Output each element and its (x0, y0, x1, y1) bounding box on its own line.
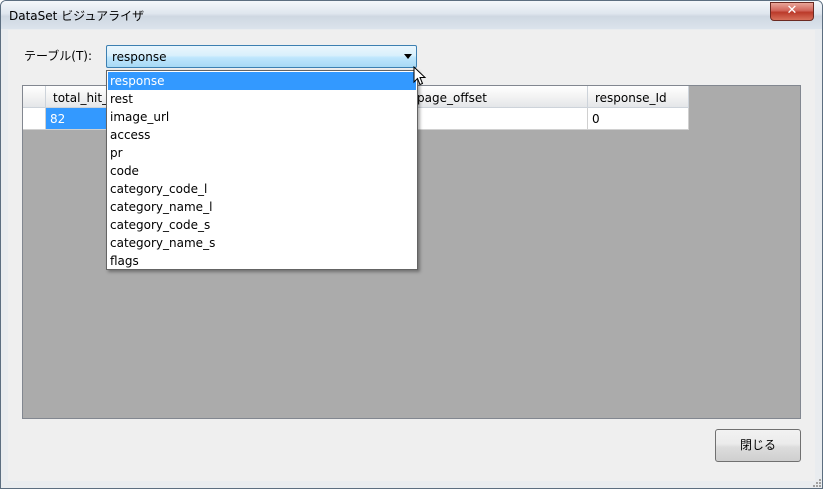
grid-cell-response-id[interactable]: 0 (588, 108, 689, 130)
window-close-button[interactable]: ✕ (770, 2, 814, 21)
table-combobox[interactable]: response (106, 45, 417, 68)
dropdown-option-access[interactable]: access (108, 126, 416, 144)
column-header-page-offset[interactable]: page_offset (410, 86, 588, 108)
window-title: DataSet ビジュアライザ (9, 9, 145, 23)
resize-grip-icon[interactable] (811, 477, 821, 487)
grid-cell-page-offset[interactable] (410, 108, 588, 130)
title-bar[interactable]: DataSet ビジュアライザ ✕ (1, 1, 822, 29)
dropdown-option-pr[interactable]: pr (108, 144, 416, 162)
column-header-response-id[interactable]: response_Id (588, 86, 689, 108)
dropdown-option-category-code-s[interactable]: category_code_s (108, 216, 416, 234)
table-combobox-value: response (112, 50, 167, 64)
table-label: テーブル(T): (24, 49, 93, 63)
row-header-corner (23, 86, 46, 108)
table-dropdown-list[interactable]: response rest image_url access pr code c… (106, 70, 418, 270)
dropdown-option-response[interactable]: response (108, 72, 416, 90)
row-header[interactable] (23, 108, 46, 130)
dropdown-option-code[interactable]: code (108, 162, 416, 180)
dropdown-option-category-name-l[interactable]: category_name_l (108, 198, 416, 216)
dropdown-option-rest[interactable]: rest (108, 90, 416, 108)
dropdown-option-image-url[interactable]: image_url (108, 108, 416, 126)
dropdown-option-category-name-s[interactable]: category_name_s (108, 234, 416, 252)
mouse-pointer-icon (413, 66, 427, 86)
close-dialog-button[interactable]: 閉じる (715, 429, 801, 462)
chevron-down-icon[interactable] (404, 54, 412, 59)
close-icon: ✕ (786, 3, 798, 18)
dropdown-option-flags[interactable]: flags (108, 252, 416, 270)
dropdown-option-category-code-l[interactable]: category_code_l (108, 180, 416, 198)
